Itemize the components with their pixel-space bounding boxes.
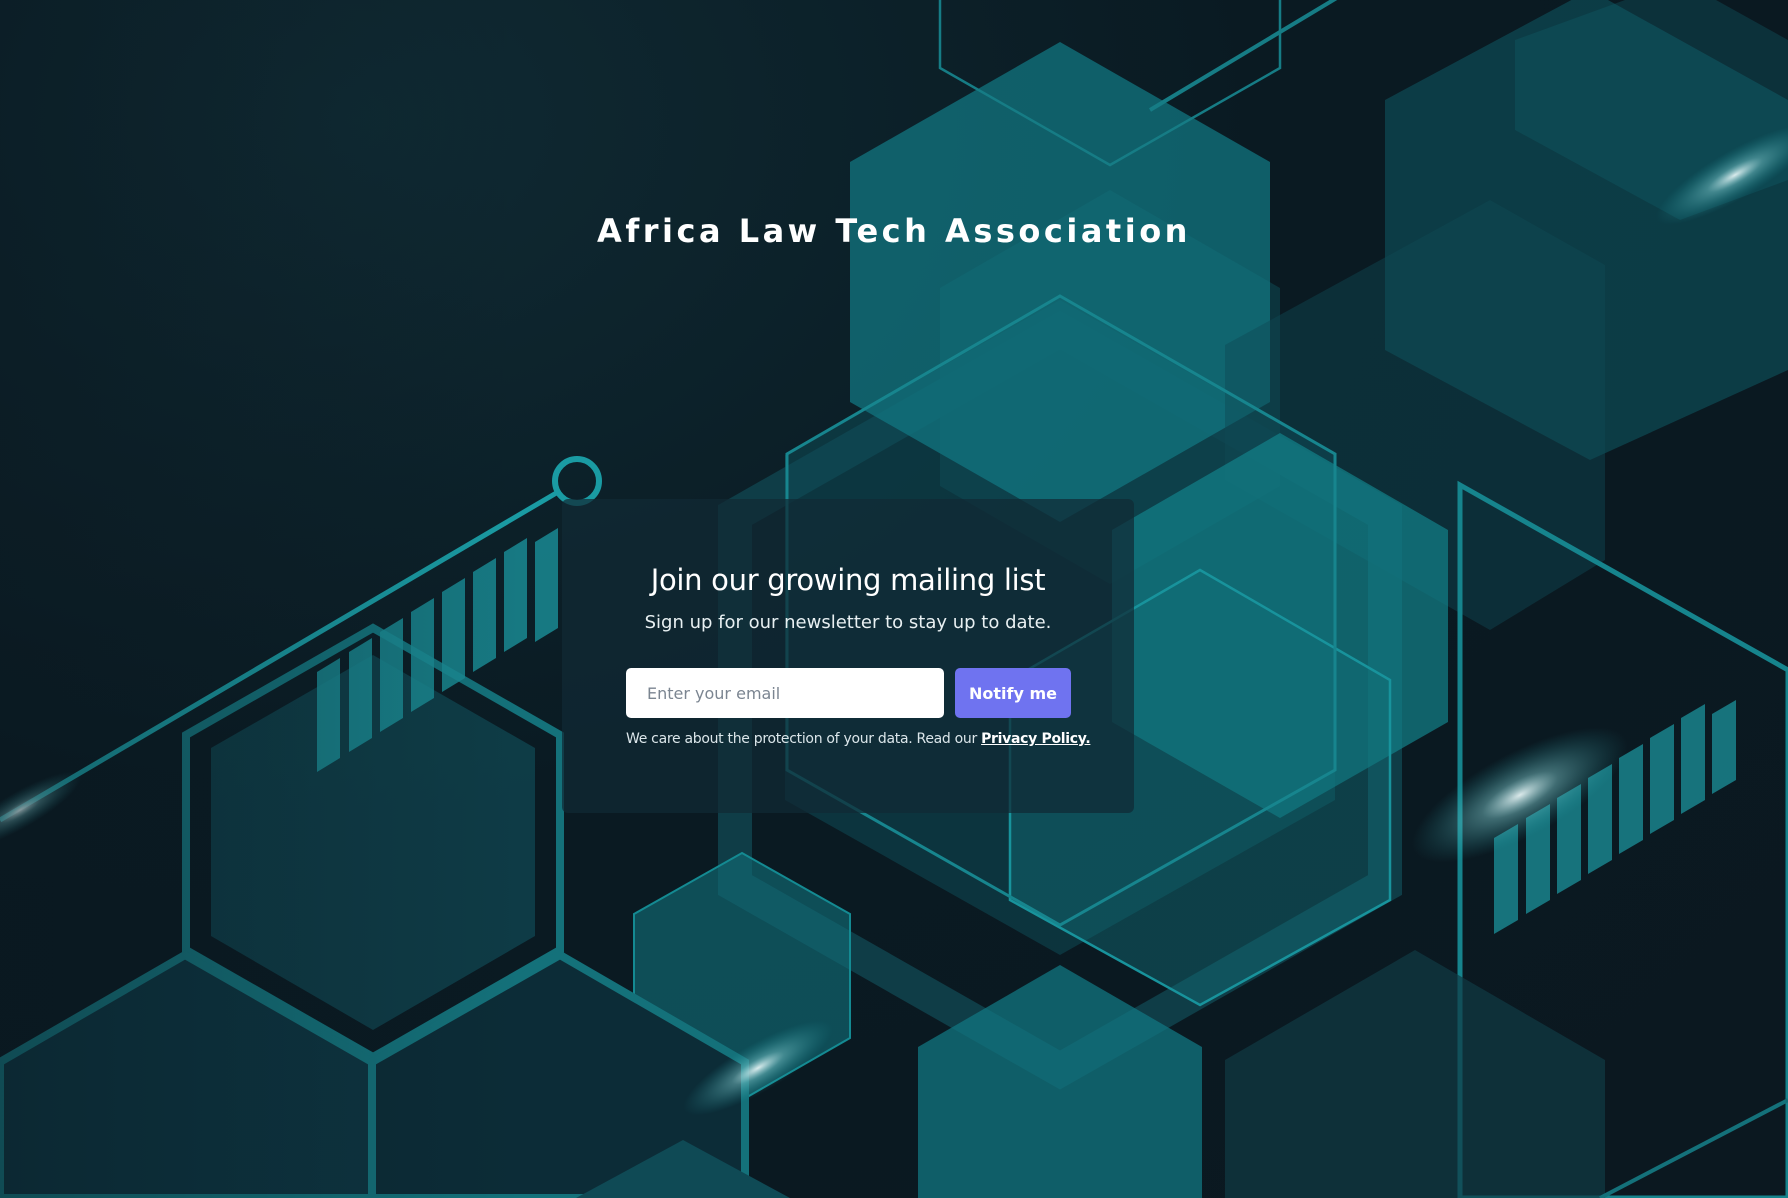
signup-heading: Join our growing mailing list — [650, 563, 1046, 597]
landing-page: Africa Law Tech Association Join our gro… — [0, 0, 1788, 1198]
privacy-note: We care about the protection of your dat… — [626, 731, 1091, 747]
mailing-list-card: Join our growing mailing list Sign up fo… — [562, 499, 1134, 813]
privacy-note-text: We care about the protection of your dat… — [626, 731, 982, 747]
circuit-node — [552, 456, 602, 506]
email-input[interactable] — [626, 668, 944, 718]
signup-subheading: Sign up for our newsletter to stay up to… — [644, 612, 1052, 633]
circuit-line — [1599, 1098, 1788, 1198]
notify-me-button[interactable]: Notify me — [955, 668, 1071, 718]
hexagon-shape — [1225, 950, 1605, 1198]
privacy-policy-link[interactable]: Privacy Policy. — [981, 731, 1091, 747]
circuit-line — [1148, 0, 1338, 112]
site-title: Africa Law Tech Association — [597, 212, 1191, 250]
